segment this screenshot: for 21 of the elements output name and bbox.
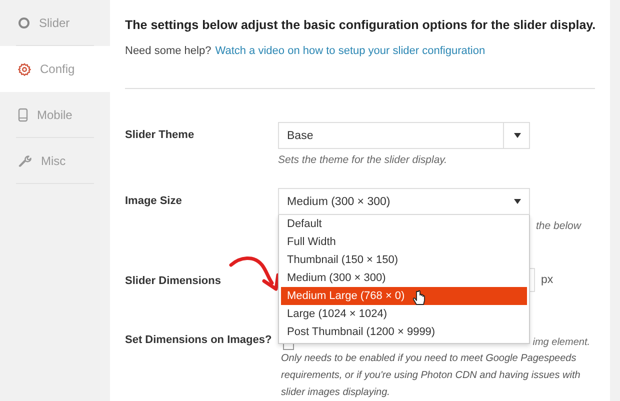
dropdown-option[interactable]: Thumbnail (150 × 150) xyxy=(281,251,527,269)
dropdown-option[interactable]: Default xyxy=(281,215,527,233)
page-heading: The settings below adjust the basic configuration options for the slider display. xyxy=(125,17,596,34)
dropdown-option[interactable]: Large (1024 × 1024) xyxy=(281,305,527,323)
select-dropdown[interactable]: Base xyxy=(278,122,530,149)
dropdown-option[interactable]: Post Thumbnail (1200 × 9999) xyxy=(281,323,527,341)
dropdown-option[interactable]: Full Width xyxy=(281,233,527,251)
select-dropdown[interactable]: Medium (300 × 300) xyxy=(278,188,530,215)
field-label: Slider Theme xyxy=(125,128,194,141)
help-text: Need some help? xyxy=(125,45,212,57)
unit-label: px xyxy=(541,274,554,286)
dropdown-option[interactable]: Medium (300 × 300) xyxy=(281,269,527,287)
field-label: Slider Dimensions xyxy=(125,274,221,287)
dropdown-option[interactable]: Medium Large (768 × 0) xyxy=(281,287,527,305)
field-label: Set Dimensions on Images? xyxy=(125,334,272,346)
field-label: Image Size xyxy=(125,194,182,207)
hint-text: the below xyxy=(536,219,581,234)
video-link[interactable]: Watch a video on how to setup your slider configuration xyxy=(215,45,486,57)
hint-text: img element. xyxy=(532,336,590,348)
hint-text: Sets the theme for the slider display. xyxy=(278,153,448,168)
hint-text: Only needs to be enabled if you need to meet Google Pagespeeds requirements, or if you're using Photon CDN and having issues with slider images displaying. xyxy=(280,352,582,400)
